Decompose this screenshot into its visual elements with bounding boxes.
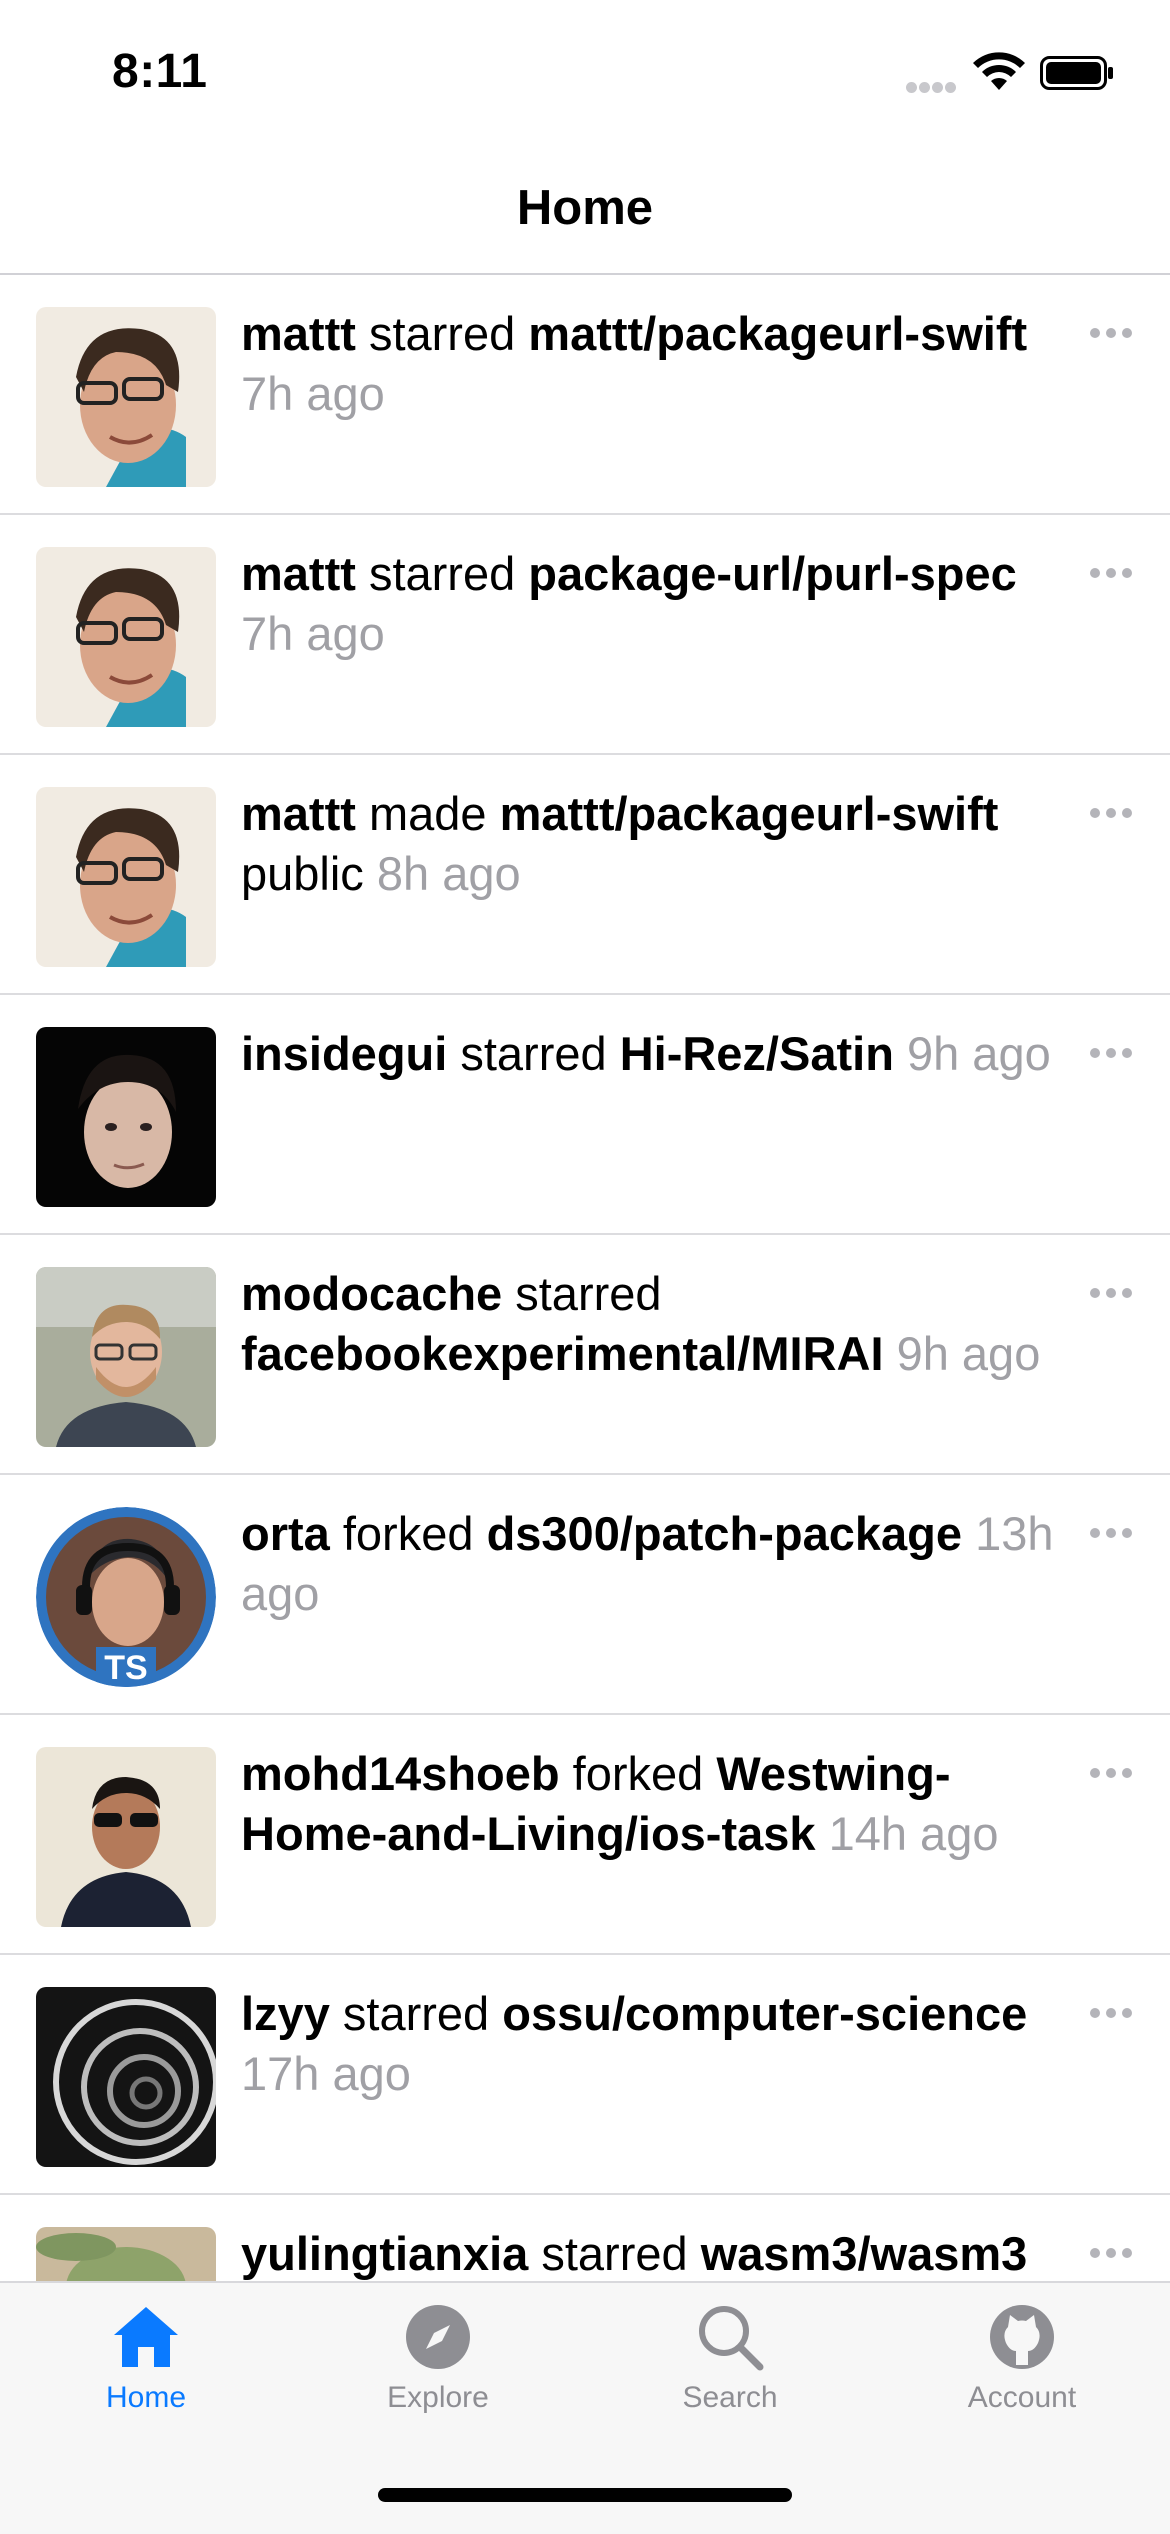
event-description: mattt made mattt/packageurl-swift public… [241, 784, 1071, 904]
feed-item[interactable]: mohd14shoeb forked Westwing-Home-and-Liv… [0, 1715, 1170, 1955]
tab-label: Account [967, 2381, 1077, 2414]
more-options-icon[interactable] [1090, 2005, 1140, 2025]
more-options-icon[interactable] [1090, 1045, 1140, 1065]
feed-item[interactable]: mattt starred package-url/purl-spec 7h a… [0, 515, 1170, 755]
event-description: mattt starred mattt/packageurl-swift 7h … [241, 304, 1071, 424]
actor-name[interactable]: yulingtianxia [241, 2227, 528, 2280]
actor-name[interactable]: mattt [241, 547, 356, 600]
feed-item[interactable]: yulingtianxia starred wasm3/wasm3 [0, 2195, 1170, 2281]
wifi-icon [973, 52, 1025, 90]
tab-label: Search [682, 2381, 778, 2414]
actor-name[interactable]: modocache [241, 1267, 502, 1320]
avatar[interactable] [36, 787, 216, 967]
event-time: 7h ago [241, 607, 385, 660]
event-description: modocache starred facebookexperimental/M… [241, 1264, 1071, 1384]
feed-item[interactable]: mattt starred mattt/packageurl-swift 7h … [0, 275, 1170, 515]
actor-name[interactable]: insidegui [241, 1027, 447, 1080]
avatar[interactable] [36, 1987, 216, 2167]
event-action: forked [572, 1747, 704, 1800]
event-description: mohd14shoeb forked Westwing-Home-and-Liv… [241, 1744, 1071, 1864]
repo-name[interactable]: facebookexperimental/MIRAI [241, 1327, 884, 1380]
actor-name[interactable]: mohd14shoeb [241, 1747, 560, 1800]
event-action: starred [460, 1027, 607, 1080]
status-time: 8:11 [112, 45, 208, 98]
repo-name[interactable]: mattt/packageurl-swift [500, 787, 999, 840]
actor-name[interactable]: orta [241, 1507, 330, 1560]
tab-explore[interactable]: Explore [292, 2303, 584, 2453]
house-icon [114, 2307, 178, 2367]
feed-item[interactable]: lzyy starred ossu/computer-science 17h a… [0, 1955, 1170, 2195]
more-options-icon[interactable] [1090, 565, 1140, 585]
event-time: 17h ago [241, 2047, 411, 2100]
more-options-icon[interactable] [1090, 1525, 1140, 1545]
avatar[interactable] [36, 547, 216, 727]
battery-icon [1040, 56, 1113, 90]
event-extra: public [241, 847, 364, 900]
event-description: insidegui starred Hi-Rez/Satin 9h ago [241, 1024, 1071, 1084]
actor-name[interactable]: mattt [241, 787, 356, 840]
repo-name[interactable]: package-url/purl-spec [528, 547, 1016, 600]
event-description: lzyy starred ossu/computer-science 17h a… [241, 1984, 1071, 2104]
magnifier-icon [699, 2306, 764, 2371]
repo-name[interactable]: mattt/packageurl-swift [528, 307, 1027, 360]
event-description: orta forked ds300/patch-package 13h ago [241, 1504, 1071, 1624]
event-action: starred [368, 547, 516, 600]
avatar[interactable]: TS [36, 1507, 216, 1687]
repo-name[interactable]: ds300/patch-package [487, 1507, 962, 1560]
event-action: starred [342, 1987, 490, 2040]
event-action: made [368, 787, 487, 840]
octocat-icon [990, 2305, 1054, 2369]
home-indicator[interactable] [378, 2488, 792, 2502]
avatar-badge-text: TS [104, 1649, 147, 1687]
event-time: 8h ago [376, 847, 521, 900]
event-description: mattt starred package-url/purl-spec 7h a… [241, 544, 1071, 664]
tab-account[interactable]: Account [876, 2303, 1168, 2453]
more-options-icon[interactable] [1090, 805, 1140, 825]
repo-name[interactable]: wasm3/wasm3 [701, 2227, 1028, 2280]
avatar[interactable] [36, 1267, 216, 1447]
navigation-bar: Home [0, 140, 1170, 275]
feed-item[interactable]: mattt made mattt/packageurl-swift public… [0, 755, 1170, 995]
event-time: 9h ago [906, 1027, 1051, 1080]
tab-label: Explore [387, 2381, 489, 2414]
page-title: Home [516, 181, 654, 235]
more-options-icon[interactable] [1090, 1765, 1140, 1785]
actor-name[interactable]: lzyy [241, 1987, 330, 2040]
event-action: starred [368, 307, 516, 360]
more-options-icon[interactable] [1090, 2245, 1140, 2265]
activity-feed[interactable]: mattt starred mattt/packageurl-swift 7h … [0, 275, 1170, 2281]
feed-item[interactable]: modocache starred facebookexperimental/M… [0, 1235, 1170, 1475]
event-action: starred [515, 1267, 662, 1320]
avatar[interactable] [36, 1747, 216, 1927]
repo-name[interactable]: ossu/computer-science [502, 1987, 1027, 2040]
repo-name[interactable]: Hi-Rez/Satin [620, 1027, 894, 1080]
tab-home[interactable]: Home [0, 2303, 292, 2453]
event-time: 14h ago [828, 1807, 999, 1860]
tab-search[interactable]: Search [584, 2303, 876, 2453]
event-action: forked [342, 1507, 474, 1560]
avatar[interactable] [36, 1027, 216, 1207]
avatar[interactable] [36, 307, 216, 487]
feed-item[interactable]: TS orta forked ds300/patch-package 13h a… [0, 1475, 1170, 1715]
event-time: 9h ago [896, 1327, 1041, 1380]
event-action: starred [541, 2227, 688, 2280]
actor-name[interactable]: mattt [241, 307, 356, 360]
status-bar: 8:11 [0, 0, 1170, 140]
event-time: 7h ago [241, 367, 385, 420]
compass-icon [406, 2305, 470, 2369]
more-options-icon[interactable] [1090, 1285, 1140, 1305]
tab-label: Home [105, 2381, 187, 2414]
feed-item[interactable]: insidegui starred Hi-Rez/Satin 9h ago [0, 995, 1170, 1235]
event-description: yulingtianxia starred wasm3/wasm3 [241, 2224, 1071, 2281]
cellular-signal-icon [906, 80, 958, 98]
more-options-icon[interactable] [1090, 325, 1140, 345]
avatar[interactable] [36, 2227, 216, 2281]
